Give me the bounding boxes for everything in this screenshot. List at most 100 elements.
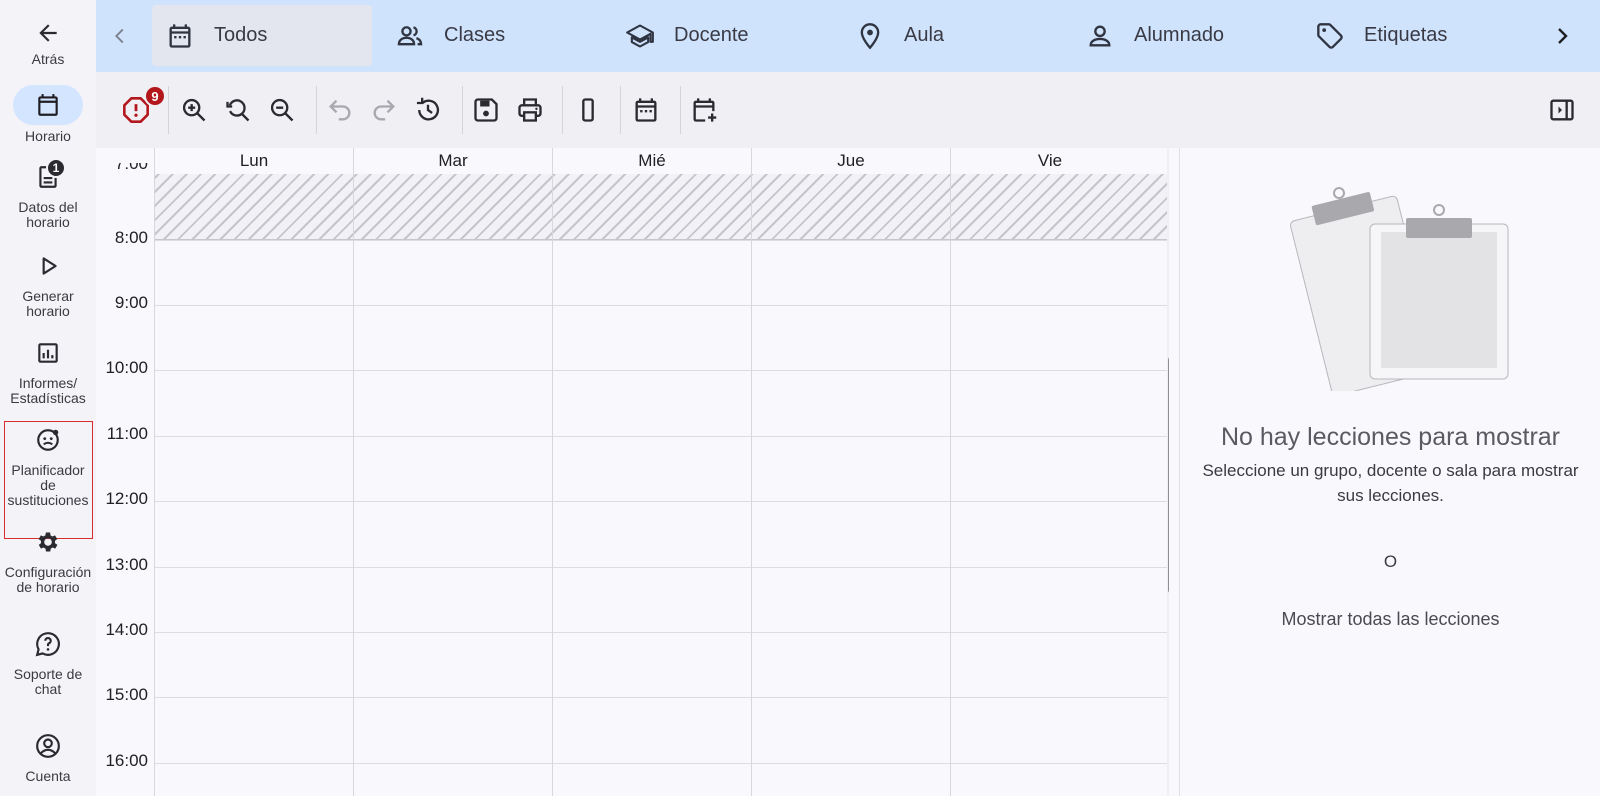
day-header-mar: Mar [353, 148, 552, 174]
app-root: Atrás Horario 1 Datos del horario Genera… [0, 0, 1600, 796]
chevron-right-icon [1558, 28, 1568, 44]
clipboard-illustration [1290, 187, 1509, 391]
tab-aula-label: Aula [904, 24, 945, 46]
time-label: 10:00 [96, 358, 152, 378]
nav-support[interactable]: Soporte de chat [0, 631, 96, 697]
substitute-face-icon [37, 429, 59, 451]
nav-back-label: Atrás [31, 51, 65, 67]
zoom-in-button[interactable] [178, 94, 210, 126]
time-label: 8:00 [96, 228, 152, 248]
history-button[interactable] [412, 94, 444, 126]
toolbar-divider [168, 86, 169, 134]
nav-config[interactable]: Configuración de horario [0, 529, 96, 595]
tab-etiquetas[interactable]: Etiquetas [1316, 5, 1447, 66]
nav-substitutions-label: Planificador de sustituciones [7, 462, 89, 508]
tag-icon [1317, 22, 1343, 49]
single-view-button[interactable] [572, 94, 604, 126]
nav-schedule-data[interactable]: 1 Datos del horario [0, 158, 96, 230]
zoom-reset-button[interactable] [222, 94, 254, 126]
time-label: 15:00 [96, 685, 152, 705]
unavailable-hours-block [154, 174, 1167, 240]
toggle-panel-icon [1550, 99, 1574, 121]
schedule-toolbar: 9 [96, 72, 1600, 148]
zoom-in-icon [182, 98, 206, 122]
print-button[interactable] [514, 94, 546, 126]
nav-substitutions[interactable]: Planificador de sustituciones [0, 427, 96, 508]
nav-schedule[interactable]: Horario [0, 85, 96, 144]
hour-gridline [154, 763, 1167, 764]
tab-clases[interactable]: Clases [396, 5, 505, 66]
tab-alumnado[interactable]: Alumnado [1086, 5, 1224, 66]
calendar-icon [635, 98, 657, 122]
nav-account[interactable]: Cuenta [0, 733, 96, 784]
nav-account-label: Cuenta [25, 768, 71, 784]
toolbar-divider [620, 86, 621, 134]
redo-button[interactable] [368, 94, 400, 126]
hour-gridline [154, 567, 1167, 568]
person-icon [1089, 25, 1111, 46]
add-calendar-button[interactable] [688, 94, 720, 126]
nav-reports[interactable]: Informes/ Estadísticas [0, 340, 96, 406]
zoom-out-icon [270, 98, 294, 122]
conflicts-badge: 9 [144, 85, 166, 107]
toggle-panel-button[interactable] [1546, 94, 1578, 126]
toolbar-divider [680, 86, 681, 134]
nav-reports-label: Informes/ Estadísticas [10, 375, 86, 406]
time-label: 7:00 [96, 163, 152, 174]
undo-button[interactable] [324, 94, 356, 126]
history-icon [416, 97, 440, 121]
zoom-reset-icon [226, 99, 250, 122]
hour-gridline [154, 305, 1167, 306]
tabs-next-button[interactable] [1542, 16, 1582, 56]
tab-aula[interactable]: Aula [856, 5, 944, 66]
save-icon [474, 98, 498, 122]
time-label: 13:00 [96, 555, 152, 575]
tab-clases-label: Clases [444, 24, 506, 46]
day-column-line [751, 174, 752, 796]
tab-todos-label: Todos [214, 24, 268, 46]
calendar-scrollbar[interactable] [1167, 148, 1169, 796]
scrollbar-thumb[interactable] [1168, 356, 1169, 594]
toolbar-divider [462, 86, 463, 134]
toolbar-divider [562, 86, 563, 134]
save-button[interactable] [470, 94, 502, 126]
filter-tab-bar: Todos Clases Docente Aula Alumnado Etiqu… [96, 0, 1600, 72]
help-chat-icon [35, 632, 60, 657]
zoom-out-button[interactable] [266, 94, 298, 126]
day-column-line [950, 174, 951, 796]
time-label: 16:00 [96, 751, 152, 771]
add-calendar-icon [693, 98, 717, 122]
location-icon [860, 22, 880, 49]
tab-todos[interactable]: Todos [152, 5, 372, 66]
nav-active-indicator [13, 85, 83, 125]
calendar-view-button[interactable] [630, 94, 662, 126]
nav-config-label: Configuración de horario [4, 564, 92, 595]
day-column-line [552, 174, 553, 796]
hour-gridline [154, 697, 1167, 698]
empty-state-description: Seleccione un grupo, docente o sala para… [1202, 461, 1579, 505]
nav-schedule-label: Horario [25, 128, 71, 144]
tab-alumnado-label: Alumnado [1134, 24, 1225, 46]
calendar-icon [38, 94, 58, 116]
time-label: 11:00 [96, 424, 152, 444]
chevron-left-icon [115, 28, 124, 44]
hour-gridline [154, 632, 1167, 633]
empty-state-title: No hay lecciones para mostrar [1220, 423, 1561, 451]
redo-icon [373, 99, 395, 121]
tab-docente-label: Docente [674, 24, 749, 46]
nav-back[interactable]: Atrás [0, 20, 96, 67]
arrow-left-icon [39, 24, 57, 42]
nav-generate-label: Generar horario [22, 288, 74, 319]
account-icon [36, 734, 60, 758]
or-separator: O [1383, 552, 1398, 571]
left-nav: Atrás Horario 1 Datos del horario Genera… [0, 0, 96, 796]
nav-generate[interactable]: Generar horario [0, 253, 96, 319]
show-all-lessons-button[interactable]: Mostrar todas las lecciones [1180, 609, 1600, 630]
tab-docente[interactable]: Docente [626, 5, 749, 66]
day-header-mie: Mié [552, 148, 751, 174]
day-header-vie: Vie [950, 148, 1149, 174]
hour-gridline [154, 436, 1167, 437]
schedule-data-badge: 1 [46, 158, 66, 178]
tabs-prev-button[interactable] [100, 16, 140, 56]
undo-icon [329, 99, 351, 121]
